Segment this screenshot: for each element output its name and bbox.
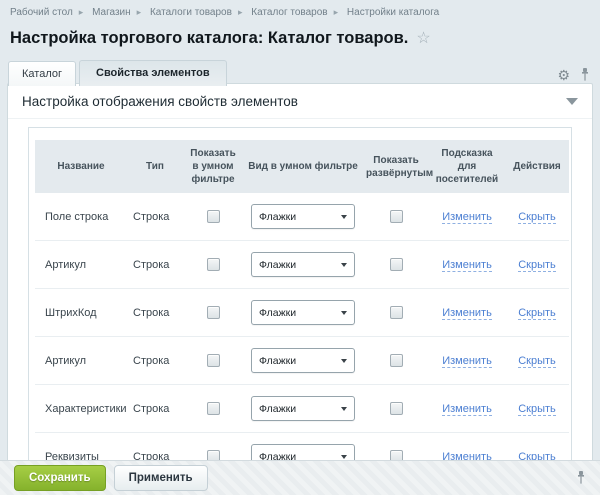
edit-hint-link[interactable]: Изменить xyxy=(442,211,492,224)
column-header: Вид в умном фильтре xyxy=(243,140,363,193)
breadcrumb: Рабочий стол ▸ Магазин ▸ Каталоги товаров ▸… xyxy=(0,0,600,18)
table-row: Характеристики Строка Флажки Изменить Ск… xyxy=(35,385,569,433)
hide-link[interactable]: Скрыть xyxy=(518,355,556,368)
show-expanded-checkbox[interactable] xyxy=(390,258,403,271)
breadcrumb-separator-icon: ▸ xyxy=(238,7,243,17)
smart-filter-checkbox[interactable] xyxy=(207,354,220,367)
show-expanded-checkbox[interactable] xyxy=(390,402,403,415)
property-type: Строка xyxy=(133,355,169,367)
tab-catalog[interactable]: Каталог xyxy=(8,61,76,86)
edit-hint-link[interactable]: Изменить xyxy=(442,259,492,272)
breadcrumb-separator-icon: ▸ xyxy=(79,7,84,17)
settings-panel: Настройка отображения свойств элементов … xyxy=(7,83,593,495)
breadcrumb-separator-icon: ▸ xyxy=(334,7,339,17)
column-header: Название xyxy=(35,140,127,193)
property-name: ШтрихКод xyxy=(45,307,97,319)
properties-table: НазваниеТипПоказать в умном фильтреВид в… xyxy=(35,140,569,495)
filter-view-select[interactable]: Флажки xyxy=(251,300,355,325)
filter-view-value: Флажки xyxy=(259,355,296,367)
property-name: Поле строка xyxy=(45,211,108,223)
section-header: Настройка отображения свойств элементов xyxy=(8,84,592,119)
footer-pin-icon[interactable] xyxy=(576,471,586,485)
smart-filter-checkbox[interactable] xyxy=(207,258,220,271)
property-name: Артикул xyxy=(45,355,86,367)
apply-button[interactable]: Применить xyxy=(114,465,208,491)
breadcrumb-link[interactable]: Настройки каталога xyxy=(347,7,439,18)
column-header: Показать развёрнутым xyxy=(363,140,429,193)
table-header-row: НазваниеТипПоказать в умном фильтреВид в… xyxy=(35,140,569,193)
breadcrumb-link[interactable]: Каталог товаров xyxy=(251,7,327,18)
property-type: Строка xyxy=(133,403,169,415)
select-arrow-icon xyxy=(341,215,347,219)
smart-filter-checkbox[interactable] xyxy=(207,210,220,223)
column-header: Действия xyxy=(505,140,569,193)
hide-link[interactable]: Скрыть xyxy=(518,211,556,224)
filter-view-value: Флажки xyxy=(259,307,296,319)
select-arrow-icon xyxy=(341,311,347,315)
table-row: ШтрихКод Строка Флажки Изменить Скрыть xyxy=(35,289,569,337)
filter-view-value: Флажки xyxy=(259,403,296,415)
column-header: Показать в умном фильтре xyxy=(183,140,243,193)
edit-hint-link[interactable]: Изменить xyxy=(442,403,492,416)
collapse-arrow-icon[interactable] xyxy=(566,98,578,105)
property-type: Строка xyxy=(133,307,169,319)
select-arrow-icon xyxy=(341,359,347,363)
section-title: Настройка отображения свойств элементов xyxy=(22,94,298,109)
property-name: Артикул xyxy=(45,259,86,271)
pin-icon[interactable] xyxy=(580,68,590,82)
table-body: Поле строка Строка Флажки Изменить Скрыт… xyxy=(35,193,569,495)
select-arrow-icon xyxy=(341,263,347,267)
select-arrow-icon xyxy=(341,455,347,459)
filter-view-select[interactable]: Флажки xyxy=(251,348,355,373)
edit-hint-link[interactable]: Изменить xyxy=(442,355,492,368)
smart-filter-checkbox[interactable] xyxy=(207,402,220,415)
show-expanded-checkbox[interactable] xyxy=(390,210,403,223)
property-name: Характеристики xyxy=(45,403,127,415)
table-row: Поле строка Строка Флажки Изменить Скрыт… xyxy=(35,193,569,241)
properties-table-container: НазваниеТипПоказать в умном фильтреВид в… xyxy=(28,127,572,495)
breadcrumb-separator-icon: ▸ xyxy=(137,7,142,17)
edit-hint-link[interactable]: Изменить xyxy=(442,307,492,320)
select-arrow-icon xyxy=(341,407,347,411)
breadcrumb-link[interactable]: Магазин xyxy=(92,7,131,18)
action-bar: Сохранить Применить xyxy=(0,460,600,495)
column-header: Подсказка для посетителей xyxy=(429,140,505,193)
favorite-star-icon[interactable]: ☆ xyxy=(416,28,430,48)
hide-link[interactable]: Скрыть xyxy=(518,403,556,416)
breadcrumb-link[interactable]: Рабочий стол xyxy=(10,7,73,18)
property-type: Строка xyxy=(133,211,169,223)
tab-element-properties[interactable]: Свойства элементов xyxy=(79,60,227,86)
page-title: Настройка торгового каталога: Каталог то… xyxy=(10,29,408,48)
filter-view-select[interactable]: Флажки xyxy=(251,396,355,421)
filter-view-value: Флажки xyxy=(259,259,296,271)
breadcrumb-link[interactable]: Каталоги товаров xyxy=(150,7,232,18)
hide-link[interactable]: Скрыть xyxy=(518,307,556,320)
smart-filter-checkbox[interactable] xyxy=(207,306,220,319)
table-row: Артикул Строка Флажки Изменить Скрыть xyxy=(35,241,569,289)
property-type: Строка xyxy=(133,259,169,271)
show-expanded-checkbox[interactable] xyxy=(390,306,403,319)
table-row: Артикул Строка Флажки Изменить Скрыть xyxy=(35,337,569,385)
hide-link[interactable]: Скрыть xyxy=(518,259,556,272)
show-expanded-checkbox[interactable] xyxy=(390,354,403,367)
filter-view-value: Флажки xyxy=(259,211,296,223)
column-header: Тип xyxy=(127,140,183,193)
filter-view-select[interactable]: Флажки xyxy=(251,204,355,229)
tab-bar: КаталогСвойства элементов ⚙ xyxy=(0,61,600,86)
filter-view-select[interactable]: Флажки xyxy=(251,252,355,277)
save-button[interactable]: Сохранить xyxy=(14,465,106,491)
gear-icon[interactable]: ⚙ xyxy=(557,68,570,82)
